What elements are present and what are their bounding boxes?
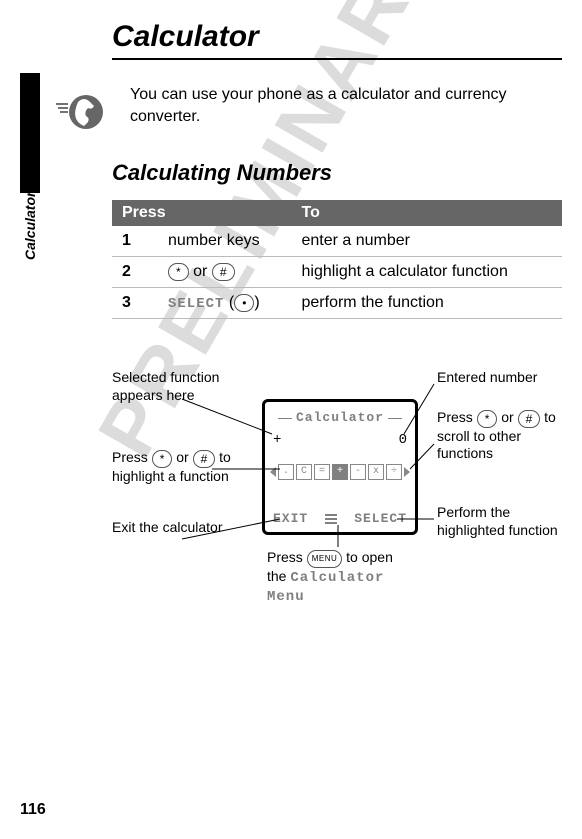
annotation-exit: Exit the calculator [112,519,232,537]
step-to: highlight a calculator function [292,257,563,288]
hash-key-icon: # [518,410,541,428]
or-text: or [193,263,207,280]
side-label: Calculator [22,192,38,260]
screen-function-row: . C = + - x ÷ [269,464,411,480]
annotation-entered-number: Entered number [437,369,557,387]
func-box-highlighted: + [332,464,348,480]
annotation-selected-function: Selected function appears here [112,369,232,404]
annotation-highlight-function: Press * or # to highlight a function [112,449,252,485]
page-number: 116 [20,801,46,819]
star-key-icon: * [152,450,173,468]
th-to: To [292,200,563,226]
ann-text: Press [267,549,307,565]
scroll-left-icon [270,467,276,477]
paren-close: ) [254,294,259,311]
step-num: 3 [112,288,158,319]
heading-calculator: Calculator [112,20,562,60]
ann-text: or [497,409,517,425]
step-press: * or # [158,257,292,288]
step-num: 2 [112,257,158,288]
screen-entered-value: 0 [399,432,407,448]
menu-icon [325,514,337,524]
steps-table: Press To 1 number keys enter a number 2 … [112,200,562,319]
th-press: Press [112,200,292,226]
hash-key-icon: # [193,450,216,468]
scroll-right-icon [404,467,410,477]
func-box: x [368,464,384,480]
step-press: number keys [158,226,292,257]
func-box: = [314,464,330,480]
table-row: 3 SELECT (•) perform the function [112,288,562,319]
func-box: . [278,464,294,480]
calculator-diagram: Calculator + 0 . C = + - x ÷ EXIT SELECT [112,369,562,629]
menu-key-icon: MENU [307,550,343,568]
star-key-icon: * [168,263,189,281]
table-row: 2 * or # highlight a calculator function [112,257,562,288]
intro-text: You can use your phone as a calculator a… [130,84,562,136]
step-to: perform the function [292,288,563,319]
phone-screen: Calculator + 0 . C = + - x ÷ EXIT SELECT [262,399,418,535]
star-key-icon: * [477,410,498,428]
screen-title: Calculator [265,410,415,425]
step-to: enter a number [292,226,563,257]
screen-function-indicator: + [273,432,281,448]
ann-text: or [172,449,192,465]
step-num: 1 [112,226,158,257]
step-press: SELECT (•) [158,288,292,319]
table-row: 1 number keys enter a number [112,226,562,257]
annotation-perform-function: Perform the highlighted function [437,504,567,539]
ann-text: Press [112,449,152,465]
select-softkey-label: SELECT [168,296,224,312]
hash-key-icon: # [212,263,235,281]
func-box: C [296,464,312,480]
annotation-scroll-functions: Press * or # to scroll to other function… [437,409,567,462]
softkey-exit: EXIT [273,511,308,526]
annotation-open-menu: Press MENU to open the Calculator Menu [267,549,407,606]
phone-handset-icon [52,84,112,136]
heading-calculating-numbers: Calculating Numbers [112,160,562,186]
softkey-dot-icon: • [234,294,254,312]
softkey-select: SELECT [354,511,407,526]
func-box: ÷ [386,464,402,480]
ann-text: Press [437,409,477,425]
page-margin-block [20,73,40,193]
func-box: - [350,464,366,480]
